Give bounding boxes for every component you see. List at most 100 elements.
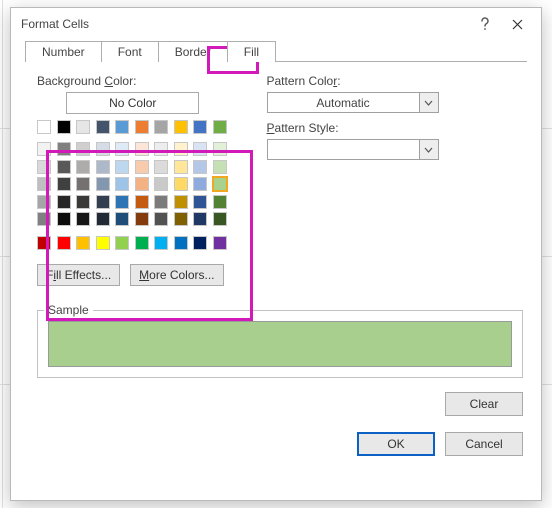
- color-swatch[interactable]: [193, 212, 207, 226]
- color-swatch[interactable]: [154, 195, 168, 209]
- sample-preview: [48, 321, 512, 367]
- color-swatch[interactable]: [193, 142, 207, 156]
- color-swatch[interactable]: [96, 120, 110, 134]
- color-swatch[interactable]: [76, 120, 90, 134]
- color-swatch[interactable]: [96, 212, 110, 226]
- color-swatch[interactable]: [37, 177, 51, 191]
- color-swatch[interactable]: [57, 160, 71, 174]
- color-swatch[interactable]: [174, 195, 188, 209]
- color-swatch[interactable]: [57, 177, 71, 191]
- color-swatch[interactable]: [213, 212, 227, 226]
- color-swatch[interactable]: [154, 142, 168, 156]
- color-swatch[interactable]: [37, 120, 51, 134]
- color-swatch[interactable]: [76, 236, 90, 250]
- mc-post: ore Colors...: [149, 268, 214, 282]
- color-swatch[interactable]: [154, 236, 168, 250]
- pc-post: :: [337, 74, 340, 88]
- color-swatch[interactable]: [193, 195, 207, 209]
- color-swatch[interactable]: [135, 177, 149, 191]
- color-swatch[interactable]: [115, 177, 129, 191]
- color-swatch[interactable]: [213, 120, 227, 134]
- color-swatch[interactable]: [57, 142, 71, 156]
- tab-number[interactable]: Number: [25, 41, 102, 62]
- tab-fill[interactable]: Fill: [227, 41, 276, 62]
- color-swatch[interactable]: [96, 236, 110, 250]
- fe-post: ll Effects...: [56, 268, 111, 282]
- color-swatch[interactable]: [154, 120, 168, 134]
- color-swatch[interactable]: [135, 120, 149, 134]
- color-swatch[interactable]: [174, 177, 188, 191]
- help-button[interactable]: [469, 8, 501, 40]
- color-swatch[interactable]: [37, 212, 51, 226]
- color-swatch[interactable]: [154, 177, 168, 191]
- close-icon: [512, 19, 523, 30]
- color-swatch[interactable]: [115, 120, 129, 134]
- color-swatch[interactable]: [135, 236, 149, 250]
- color-swatch[interactable]: [96, 195, 110, 209]
- color-swatch[interactable]: [96, 177, 110, 191]
- tab-bar: Number Font Border Fill: [11, 40, 541, 61]
- clear-button[interactable]: Clear: [445, 392, 523, 416]
- color-swatch[interactable]: [37, 195, 51, 209]
- color-swatch[interactable]: [135, 195, 149, 209]
- color-swatch[interactable]: [57, 212, 71, 226]
- theme-color-grid: [37, 120, 229, 134]
- color-swatch[interactable]: [76, 212, 90, 226]
- color-swatch[interactable]: [115, 160, 129, 174]
- color-swatch[interactable]: [154, 160, 168, 174]
- fill-effects-button[interactable]: Fill Effects...: [37, 264, 120, 286]
- color-swatch[interactable]: [96, 142, 110, 156]
- color-swatch[interactable]: [135, 212, 149, 226]
- color-swatch[interactable]: [115, 236, 129, 250]
- color-swatch[interactable]: [213, 236, 227, 250]
- more-colors-button[interactable]: More Colors...: [130, 264, 223, 286]
- color-swatch[interactable]: [193, 177, 207, 191]
- pattern-color-dropdown[interactable]: Automatic: [267, 92, 439, 113]
- ok-button[interactable]: OK: [357, 432, 435, 456]
- tab-border[interactable]: Border: [158, 41, 228, 62]
- color-swatch[interactable]: [135, 142, 149, 156]
- color-swatch[interactable]: [57, 236, 71, 250]
- help-icon: [480, 17, 490, 31]
- titlebar: Format Cells: [11, 8, 541, 40]
- color-swatch[interactable]: [193, 160, 207, 174]
- color-swatch[interactable]: [57, 195, 71, 209]
- color-swatch[interactable]: [135, 160, 149, 174]
- pattern-style-dropdown[interactable]: [267, 139, 439, 160]
- close-button[interactable]: [501, 8, 533, 40]
- color-swatch[interactable]: [76, 142, 90, 156]
- color-swatch[interactable]: [115, 142, 129, 156]
- color-swatch[interactable]: [213, 142, 227, 156]
- color-swatch[interactable]: [174, 160, 188, 174]
- color-swatch[interactable]: [37, 142, 51, 156]
- format-cells-dialog: Format Cells Number Font Border Fill Bac…: [10, 7, 542, 501]
- color-swatch[interactable]: [57, 120, 71, 134]
- color-swatch[interactable]: [37, 236, 51, 250]
- pattern-color-value: Automatic: [268, 96, 419, 110]
- color-swatch[interactable]: [115, 212, 129, 226]
- color-swatch[interactable]: [76, 177, 90, 191]
- theme-tint-grid: [37, 142, 229, 226]
- color-swatch[interactable]: [213, 160, 227, 174]
- color-swatch[interactable]: [154, 212, 168, 226]
- color-swatch[interactable]: [76, 160, 90, 174]
- color-swatch[interactable]: [213, 177, 227, 191]
- color-swatch[interactable]: [115, 195, 129, 209]
- chevron-down-icon: [419, 93, 438, 112]
- color-swatch[interactable]: [193, 120, 207, 134]
- tab-font[interactable]: Font: [101, 41, 159, 62]
- color-swatch[interactable]: [76, 195, 90, 209]
- no-color-button[interactable]: No Color: [66, 92, 199, 114]
- color-swatch[interactable]: [174, 236, 188, 250]
- color-swatch[interactable]: [174, 212, 188, 226]
- sample-frame: Sample: [37, 310, 523, 378]
- color-swatch[interactable]: [174, 120, 188, 134]
- color-swatch[interactable]: [213, 195, 227, 209]
- color-swatch[interactable]: [193, 236, 207, 250]
- color-swatch[interactable]: [96, 160, 110, 174]
- color-swatch[interactable]: [174, 142, 188, 156]
- background-color-label: Background Color:: [37, 74, 229, 88]
- ps-post: attern Style:: [275, 121, 339, 135]
- cancel-button[interactable]: Cancel: [445, 432, 523, 456]
- color-swatch[interactable]: [37, 160, 51, 174]
